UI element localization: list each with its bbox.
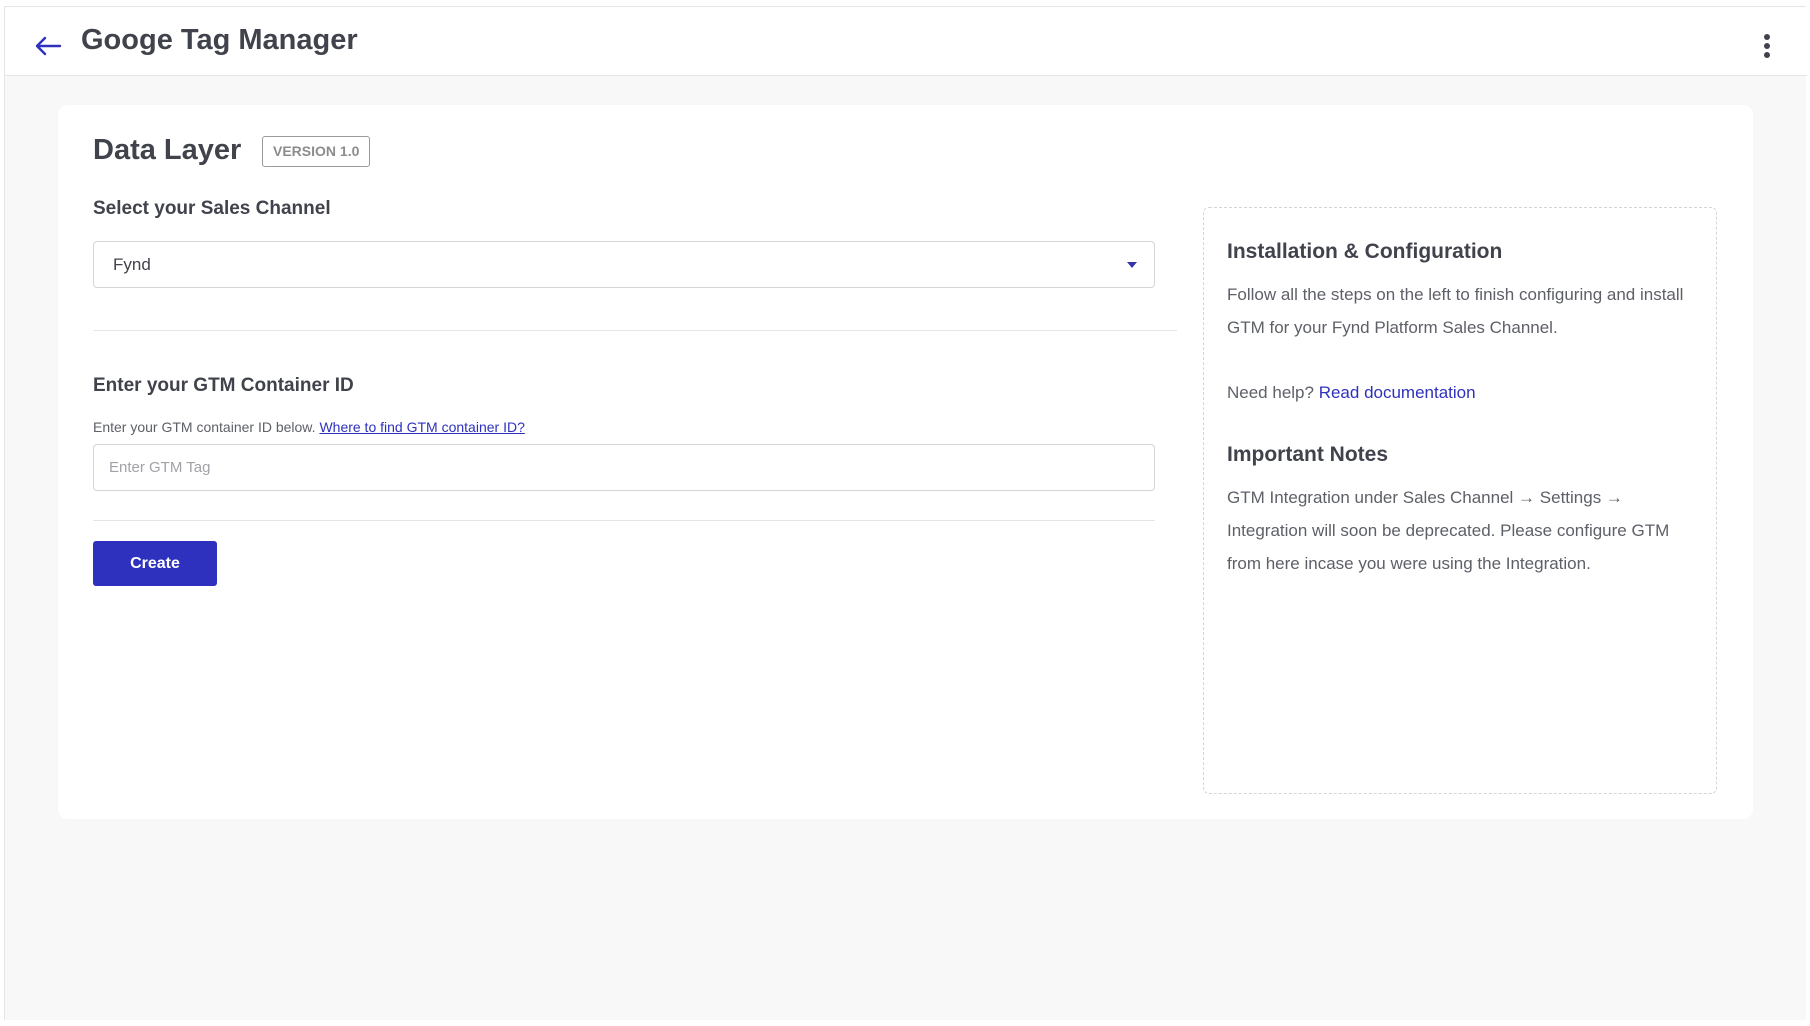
sales-channel-select[interactable]: Fynd — [93, 241, 1155, 288]
create-button[interactable]: Create — [93, 541, 217, 586]
info-panel: Installation & Configuration Follow all … — [1203, 207, 1717, 794]
sales-channel-selected-value: Fynd — [113, 255, 151, 274]
caret-down-icon — [1127, 262, 1137, 268]
installation-heading: Installation & Configuration — [1227, 240, 1503, 263]
gtm-container-help-link[interactable]: Where to find GTM container ID? — [319, 419, 524, 435]
app-frame: Googe Tag Manager Data Layer VERSION 1.0… — [4, 6, 1807, 1020]
version-badge: VERSION 1.0 — [262, 136, 371, 167]
gtm-tag-input[interactable] — [93, 444, 1155, 491]
sales-channel-label: Select your Sales Channel — [93, 198, 331, 219]
need-help-prefix: Need help? — [1227, 383, 1314, 402]
page-title: Data Layer — [93, 134, 242, 166]
app-title: Googe Tag Manager — [81, 24, 358, 56]
important-notes-text: GTM Integration under Sales Channel → Se… — [1227, 488, 1670, 573]
more-options-button[interactable] — [1757, 29, 1777, 63]
top-bar: Googe Tag Manager — [5, 7, 1807, 76]
installation-text: Follow all the steps on the left to fini… — [1227, 285, 1684, 337]
important-notes-heading: Important Notes — [1227, 443, 1389, 466]
gtm-helper-text: Enter your GTM container ID below. Where… — [93, 419, 525, 435]
arrow-left-icon — [35, 36, 62, 56]
form-divider — [93, 520, 1155, 521]
gtm-container-label: Enter your GTM Container ID — [93, 375, 354, 396]
section-divider — [93, 330, 1177, 331]
need-help-text: Need help? Read documentation — [1227, 383, 1476, 403]
read-documentation-link[interactable]: Read documentation — [1319, 383, 1476, 402]
back-button[interactable] — [31, 29, 65, 63]
gtm-helper-description: Enter your GTM container ID below. — [93, 419, 316, 435]
more-vertical-icon — [1764, 34, 1770, 58]
main-card: Data Layer VERSION 1.0 Select your Sales… — [58, 105, 1753, 819]
